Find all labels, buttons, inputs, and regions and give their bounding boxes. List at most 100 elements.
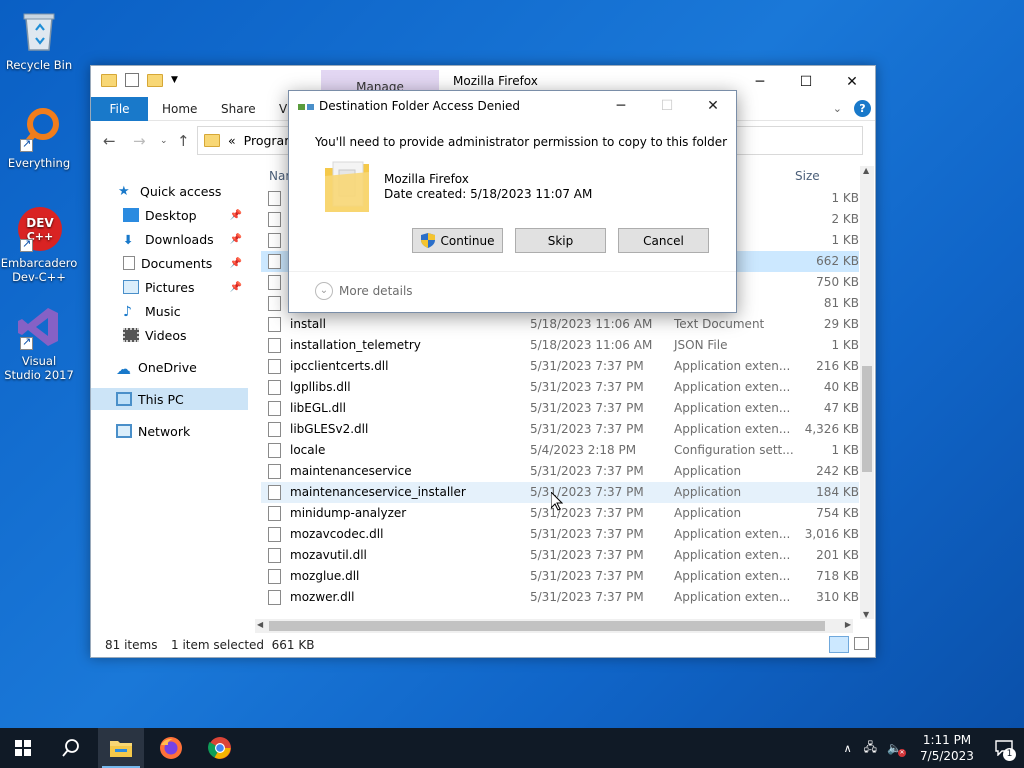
- file-size: 1 KB: [831, 191, 859, 205]
- pin-icon[interactable]: 📌: [230, 282, 242, 293]
- volume-muted-icon[interactable]: 🔈 ✕: [887, 741, 906, 757]
- file-name: libEGL.dll: [290, 401, 346, 415]
- table-row[interactable]: mozavcodec.dll 5/31/2023 7:37 PM Applicati…: [261, 524, 859, 545]
- desktop-icon-visual-studio[interactable]: Visual Studio 2017: [2, 304, 76, 382]
- taskbar-chrome[interactable]: [197, 728, 243, 768]
- minimize-button[interactable]: ─: [737, 66, 783, 97]
- file-type: Application exten...: [674, 590, 791, 604]
- tab-share[interactable]: Share: [221, 97, 256, 121]
- dialog-minimize-button[interactable]: ─: [598, 91, 644, 121]
- pin-icon[interactable]: 📌: [230, 234, 242, 245]
- file-size: 1 KB: [831, 443, 859, 457]
- table-row[interactable]: locale 5/4/2023 2:18 PM Configuration sett…: [261, 440, 859, 461]
- file-size: 47 KB: [823, 401, 859, 415]
- tab-file[interactable]: File: [91, 97, 148, 121]
- file-type: Application exten...: [674, 548, 791, 562]
- nav-quick-access[interactable]: ★ Quick access: [91, 180, 248, 202]
- nav-pictures[interactable]: Pictures 📌: [91, 276, 248, 298]
- network-status-icon[interactable]: 🖧: [864, 738, 877, 759]
- table-row[interactable]: maintenanceservice 5/31/2023 7:37 PM Appli…: [261, 461, 859, 482]
- nav-videos[interactable]: Videos: [91, 324, 248, 346]
- file-icon: [268, 254, 281, 269]
- more-details-toggle[interactable]: ⌄ More details: [315, 282, 413, 300]
- taskbar-file-explorer[interactable]: [98, 728, 144, 768]
- back-arrow-icon[interactable]: ←: [103, 132, 116, 150]
- pictures-icon: [123, 280, 139, 294]
- scroll-down-icon[interactable]: ▼: [863, 610, 869, 619]
- table-row[interactable]: ipcclientcerts.dll 5/31/2023 7:37 PM Appli…: [261, 356, 859, 377]
- action-center-button[interactable]: 1: [984, 728, 1024, 768]
- show-hidden-icons-chevron-icon[interactable]: ∧: [844, 742, 852, 755]
- forward-arrow-icon[interactable]: →: [133, 132, 146, 150]
- table-row[interactable]: mozavutil.dll 5/31/2023 7:37 PM Applicatio…: [261, 545, 859, 566]
- skip-button[interactable]: Skip: [515, 228, 606, 253]
- table-row[interactable]: libEGL.dll 5/31/2023 7:37 PM Application e…: [261, 398, 859, 419]
- new-folder-icon[interactable]: [147, 73, 163, 87]
- file-type: JSON File: [674, 338, 728, 352]
- properties-icon[interactable]: [125, 73, 139, 87]
- search-button[interactable]: [48, 728, 94, 768]
- file-icon: [268, 464, 281, 479]
- desktop-icon-recycle-bin[interactable]: Recycle Bin: [2, 8, 76, 72]
- nav-network[interactable]: Network: [91, 420, 248, 442]
- maximize-button[interactable]: ☐: [783, 66, 829, 97]
- table-row[interactable]: mozglue.dll 5/31/2023 7:37 PM Application …: [261, 566, 859, 587]
- nav-music[interactable]: ♪ Music: [91, 300, 248, 322]
- cancel-button[interactable]: Cancel: [618, 228, 709, 253]
- clock-date: 7/5/2023: [920, 749, 974, 763]
- file-date: 5/31/2023 7:37 PM: [530, 401, 644, 415]
- download-icon: ⬇: [123, 232, 134, 247]
- file-icon: [268, 443, 281, 458]
- file-type: Application exten...: [674, 380, 791, 394]
- scroll-thumb[interactable]: [269, 621, 825, 631]
- up-arrow-icon[interactable]: ↑: [177, 132, 190, 150]
- table-row[interactable]: libGLESv2.dll 5/31/2023 7:37 PM Applicatio…: [261, 419, 859, 440]
- desktop-icon-devcpp[interactable]: DEVC++ Embarcadero Dev-C++: [1, 206, 77, 284]
- help-icon[interactable]: ?: [854, 100, 871, 117]
- column-header-size[interactable]: Size: [795, 166, 820, 186]
- pin-icon[interactable]: 📌: [230, 210, 242, 221]
- table-row[interactable]: lgpllibs.dll 5/31/2023 7:37 PM Application…: [261, 377, 859, 398]
- file-type: Application exten...: [674, 401, 791, 415]
- pin-icon[interactable]: 📌: [230, 258, 242, 269]
- file-name: locale: [290, 443, 326, 457]
- visual-studio-icon: [16, 304, 62, 350]
- status-bar: 81 items 1 item selected 661 KB: [91, 633, 875, 657]
- taskbar-firefox[interactable]: [148, 728, 194, 768]
- continue-button[interactable]: Continue: [412, 228, 503, 253]
- table-row[interactable]: install 5/18/2023 11:06 AM Text Document 29…: [261, 314, 859, 335]
- scroll-left-icon[interactable]: ◀: [257, 620, 263, 629]
- address-overflow[interactable]: «: [228, 133, 236, 148]
- expand-ribbon-icon[interactable]: ⌄: [833, 102, 842, 115]
- chevron-down-icon[interactable]: ▼: [171, 75, 178, 85]
- file-date: 5/31/2023 7:37 PM: [530, 506, 644, 520]
- table-row[interactable]: installation_telemetry 5/18/2023 11:06 AM…: [261, 335, 859, 356]
- nav-this-pc[interactable]: This PC: [91, 388, 248, 410]
- dialog-close-button[interactable]: ✕: [690, 91, 736, 121]
- file-name: mozglue.dll: [290, 569, 360, 583]
- recent-chevron-icon[interactable]: ⌄: [160, 136, 168, 146]
- horizontal-scrollbar[interactable]: ◀ ▶: [255, 619, 853, 633]
- taskbar: ∧ 🖧 🔈 ✕ 1:11 PM 7/5/2023 1: [0, 728, 1024, 768]
- taskbar-clock[interactable]: 1:11 PM 7/5/2023: [910, 732, 984, 764]
- file-name: minidump-analyzer: [290, 506, 407, 520]
- tab-home[interactable]: Home: [162, 97, 197, 121]
- nav-documents[interactable]: Documents 📌: [91, 252, 248, 274]
- window-title: Mozilla Firefox: [453, 74, 538, 88]
- large-icons-view-icon[interactable]: [854, 637, 869, 650]
- scroll-right-icon[interactable]: ▶: [845, 620, 851, 629]
- nav-desktop[interactable]: Desktop 📌: [91, 204, 248, 226]
- start-button[interactable]: [0, 728, 46, 768]
- file-icon: [268, 548, 281, 563]
- nav-downloads[interactable]: ⬇ Downloads 📌: [91, 228, 248, 250]
- close-button[interactable]: ✕: [829, 66, 875, 97]
- scroll-up-icon[interactable]: ▲: [863, 166, 869, 175]
- vertical-scrollbar[interactable]: ▲ ▼: [860, 166, 874, 619]
- recycle-bin-icon: [16, 8, 62, 54]
- details-view-icon[interactable]: [829, 636, 849, 653]
- scroll-thumb[interactable]: [862, 366, 872, 472]
- desktop-icon-everything[interactable]: Everything: [2, 106, 76, 170]
- file-type: Application exten...: [674, 422, 791, 436]
- table-row[interactable]: mozwer.dll 5/31/2023 7:37 PM Application e…: [261, 587, 859, 608]
- nav-onedrive[interactable]: ☁ OneDrive: [91, 356, 248, 379]
